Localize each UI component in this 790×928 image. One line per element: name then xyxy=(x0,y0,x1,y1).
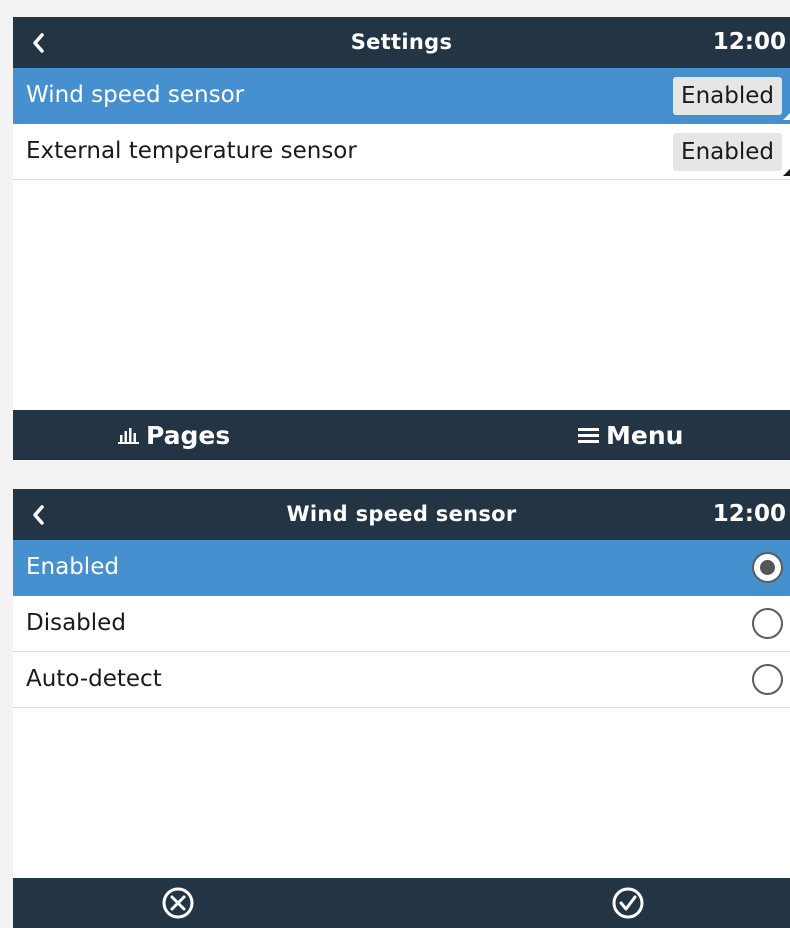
circle-x-icon xyxy=(162,887,194,919)
header-bar: Wind speed sensor 12:00 xyxy=(13,489,790,540)
list-item-label: Wind speed sensor xyxy=(26,82,245,108)
pages-label: Pages xyxy=(146,420,231,450)
menu-label: Menu xyxy=(606,420,684,450)
menu-button[interactable]: Menu xyxy=(578,410,683,460)
corner-marker xyxy=(783,169,790,176)
pages-button[interactable]: Pages xyxy=(118,410,230,460)
list-item-wind-speed-sensor[interactable]: Wind speed sensor Enabled xyxy=(13,68,790,124)
page-title: Wind speed sensor xyxy=(286,502,517,526)
footer-bar: Pages Menu xyxy=(13,410,790,460)
confirm-button[interactable] xyxy=(611,878,651,928)
radio-button[interactable] xyxy=(752,608,783,639)
clock: 12:00 xyxy=(712,501,786,527)
radio-button-checked[interactable] xyxy=(752,552,783,583)
hamburger-icon xyxy=(578,428,599,443)
option-label: Enabled xyxy=(26,554,119,580)
list-item-label: External temperature sensor xyxy=(26,138,357,164)
bar-chart-icon xyxy=(118,428,139,444)
circle-check-icon xyxy=(612,887,644,919)
option-auto-detect[interactable]: Auto-detect xyxy=(13,652,790,708)
radio-button[interactable] xyxy=(752,664,783,695)
footer-bar xyxy=(13,878,790,928)
corner-marker xyxy=(783,113,790,120)
cancel-button[interactable] xyxy=(161,878,201,928)
header-bar: Settings 12:00 xyxy=(13,17,790,68)
value-badge: Enabled xyxy=(673,133,782,171)
radio-dot xyxy=(760,560,775,575)
option-enabled[interactable]: Enabled xyxy=(13,540,790,596)
option-disabled[interactable]: Disabled xyxy=(13,596,790,652)
wind-speed-sensor-screen: Wind speed sensor 12:00 Enabled Disabled… xyxy=(13,489,790,928)
option-label: Disabled xyxy=(26,610,126,636)
value-badge: Enabled xyxy=(673,77,782,115)
settings-screen: Settings 12:00 Wind speed sensor Enabled… xyxy=(13,17,790,460)
option-label: Auto-detect xyxy=(26,666,162,692)
list-item-external-temperature-sensor[interactable]: External temperature sensor Enabled xyxy=(13,124,790,180)
page-title: Settings xyxy=(350,30,453,54)
clock: 12:00 xyxy=(712,29,786,55)
